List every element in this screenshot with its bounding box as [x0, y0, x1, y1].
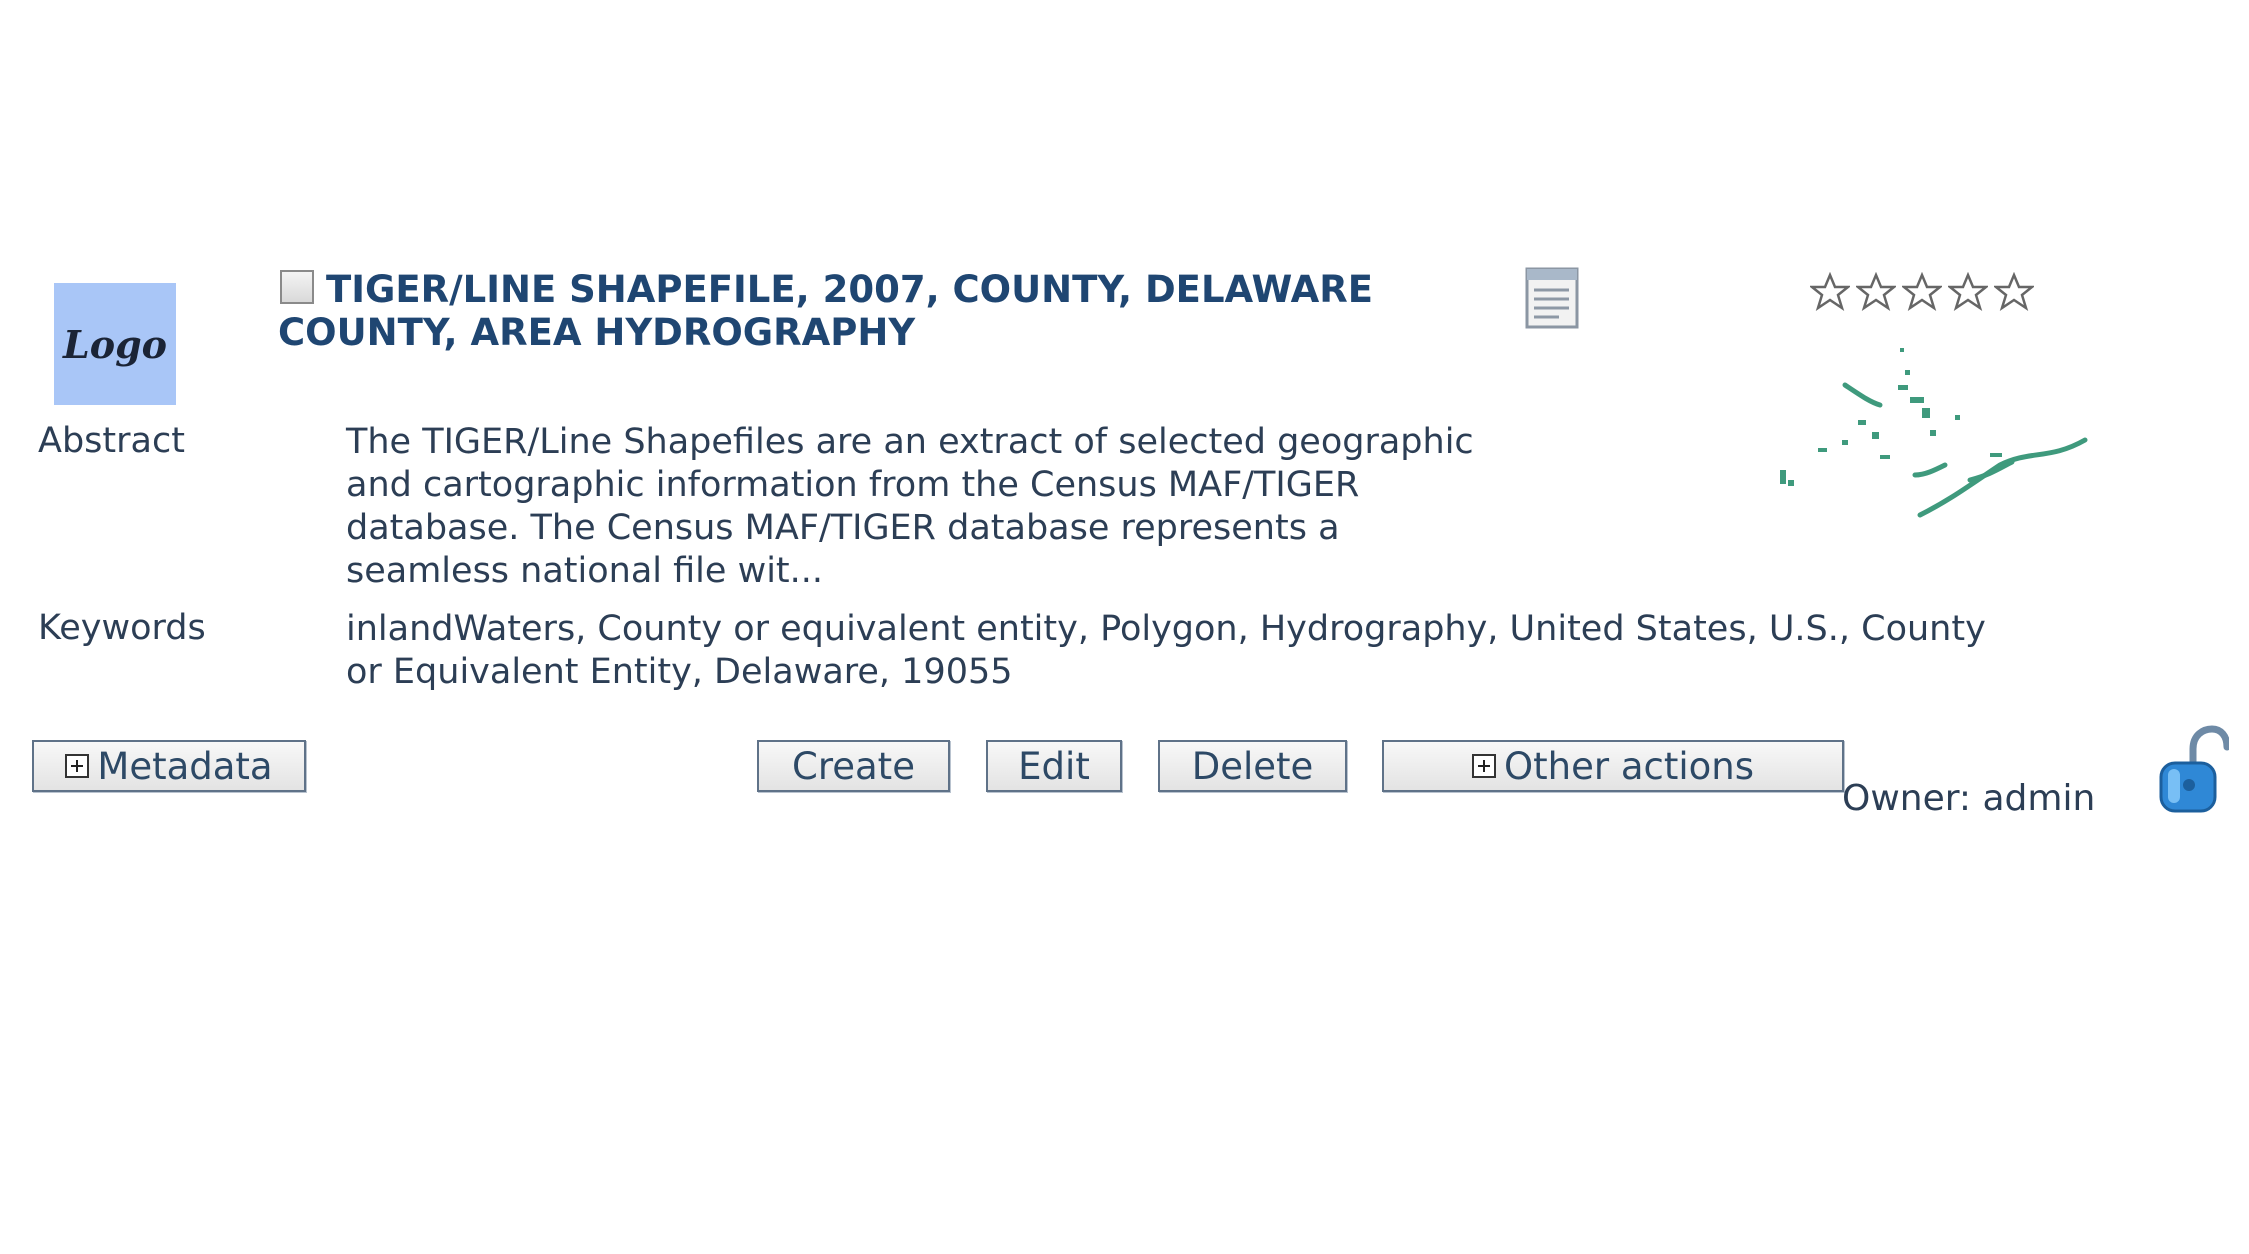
star-icon[interactable] — [1810, 272, 1850, 312]
star-icon[interactable] — [1948, 272, 1988, 312]
abstract-line: database. The Census MAF/TIGER database … — [346, 508, 1340, 548]
metadata-button[interactable]: Metadata — [32, 740, 306, 792]
star-icon[interactable] — [1856, 272, 1896, 312]
edit-button-label: Edit — [1018, 744, 1090, 788]
other-actions-button[interactable]: Other actions — [1382, 740, 1844, 792]
owner-label: Owner: admin — [1842, 778, 2096, 819]
other-actions-button-label: Other actions — [1504, 744, 1754, 788]
abstract-label: Abstract — [38, 421, 185, 461]
delete-button[interactable]: Delete — [1158, 740, 1347, 792]
create-button[interactable]: Create — [757, 740, 950, 792]
keywords-line: inlandWaters, County or equivalent entit… — [346, 609, 1986, 649]
record-title[interactable]: TIGER/LINE SHAPEFILE, 2007, COUNTY, DELA… — [278, 268, 1458, 354]
logo: Logo — [54, 283, 176, 405]
star-icon[interactable] — [1902, 272, 1942, 312]
logo-text: Logo — [63, 321, 167, 367]
expand-plus-icon — [1472, 754, 1496, 778]
keywords-label: Keywords — [38, 608, 206, 648]
keywords-text: inlandWaters, County or equivalent entit… — [346, 608, 1986, 694]
abstract-line: seamless national file wit... — [346, 551, 824, 591]
metadata-button-label: Metadata — [97, 744, 273, 788]
star-icon[interactable] — [1994, 272, 2034, 312]
abstract-line: The TIGER/Line Shapefiles are an extract… — [346, 422, 1474, 462]
abstract-line: and cartographic information from the Ce… — [346, 465, 1360, 505]
abstract-text: The TIGER/Line Shapefiles are an extract… — [346, 421, 1474, 593]
lock-open-icon[interactable] — [2157, 725, 2229, 815]
rating-stars[interactable] — [1810, 272, 2034, 312]
delete-button-label: Delete — [1191, 744, 1314, 788]
thumbnail-map[interactable] — [1750, 330, 2100, 530]
expand-plus-icon — [65, 754, 90, 778]
edit-button[interactable]: Edit — [986, 740, 1122, 792]
document-icon[interactable] — [1524, 266, 1582, 330]
keywords-line: or Equivalent Entity, Delaware, 19055 — [346, 652, 1013, 692]
create-button-label: Create — [792, 744, 915, 788]
